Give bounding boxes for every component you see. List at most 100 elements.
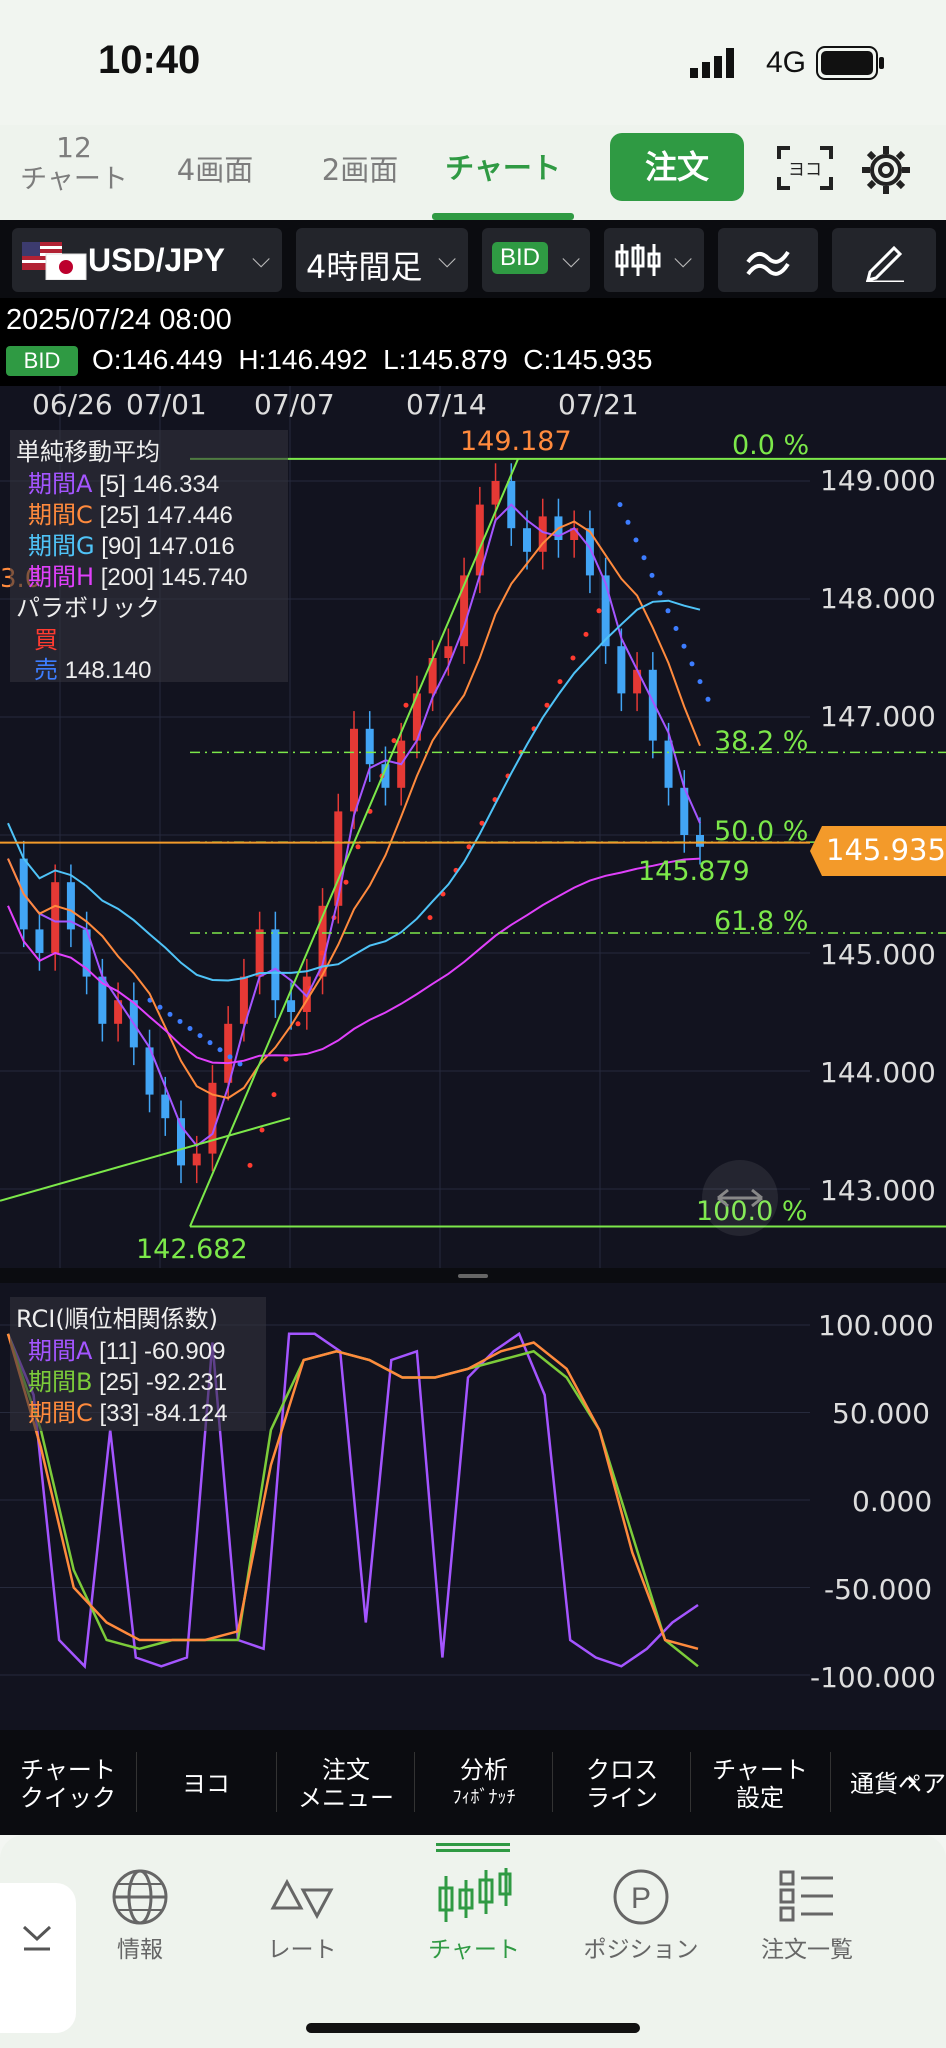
- order-menu-button[interactable]: 注文 メニュー: [286, 1756, 406, 1812]
- nav-chart-label: チャート: [428, 1937, 520, 1963]
- divider: [552, 1752, 553, 1812]
- rci-param: [33]: [99, 1400, 140, 1427]
- tab-2-screens[interactable]: 2画面: [305, 147, 415, 189]
- sar-legend-title: パラボリック: [16, 594, 160, 622]
- drag-handle[interactable]: [436, 1843, 510, 1846]
- ma-value: 146.334: [132, 471, 220, 498]
- date-tick-4: 07/14: [406, 388, 487, 421]
- fullscreen-icon[interactable]: ヨコ: [776, 145, 834, 191]
- nav-info[interactable]: 情報: [90, 1869, 190, 1964]
- sar-dot: [641, 555, 647, 561]
- candle-body: [271, 929, 280, 1001]
- high-price-label: 149.187: [460, 426, 572, 457]
- price-tick: 149.000: [820, 464, 936, 497]
- sar-dot: [167, 1011, 173, 1017]
- chevron-right-icon[interactable]: ›: [906, 1764, 918, 1799]
- battery-icon: [816, 46, 884, 80]
- sar-dot: [689, 661, 695, 667]
- date-tick-5: 07/21: [558, 388, 639, 421]
- indicator-button[interactable]: [718, 228, 818, 292]
- collapse-button[interactable]: [0, 1883, 76, 2033]
- nav-info-label: 情報: [117, 1937, 163, 1963]
- rci-tick: 0.000: [852, 1485, 933, 1518]
- sar-dot: [217, 1047, 223, 1053]
- list-icon: [779, 1870, 833, 1922]
- sar-dot: [355, 844, 361, 850]
- indicator-lines-icon: [746, 250, 790, 276]
- us-jp-flag-icon: [22, 242, 87, 280]
- divider: [414, 1752, 415, 1812]
- sar-dot: [177, 1018, 183, 1024]
- nav-position[interactable]: P ポジション: [576, 1869, 706, 1964]
- divider: [690, 1752, 691, 1812]
- sar-sell-value: 148.140: [64, 657, 152, 684]
- bottom-toolbar: チャート クイック ヨコ 注文 メニュー 分析 ﾌｨﾎﾞﾅｯﾁ クロス ライン …: [0, 1730, 946, 1835]
- timeframe-selector[interactable]: 4時間足 ⌵: [296, 228, 468, 292]
- pane-resize-handle[interactable]: [458, 1274, 488, 1278]
- sar-dot: [570, 655, 576, 661]
- sar-dot: [596, 608, 602, 614]
- cross-line-button[interactable]: クロス ライン: [562, 1756, 682, 1812]
- order-button[interactable]: 注文: [610, 133, 744, 201]
- rci-legend: RCI(順位相関係数) 期間A [11] -60.909 期間B [25] -9…: [10, 1297, 266, 1431]
- ma-param: [200]: [100, 564, 155, 591]
- price-tick: 143.000: [820, 1174, 936, 1207]
- nav-order-list-label: 注文一覧: [761, 1937, 853, 1963]
- price-tick: 145.000: [820, 938, 936, 971]
- price-type-selector[interactable]: BID ⌵: [482, 228, 590, 292]
- ma-value: 147.016: [147, 533, 235, 560]
- tab-12-chart[interactable]: 12 チャート: [14, 133, 134, 197]
- rate-triangles-icon: [270, 1878, 334, 1920]
- rci-name: 期間C: [28, 1399, 93, 1427]
- candle-body: [255, 929, 264, 977]
- nav-position-label: ポジション: [583, 1937, 699, 1963]
- candle-body: [491, 481, 500, 505]
- sar-dot: [247, 1162, 253, 1168]
- price-chart[interactable]: 06/26 07/01 07/07 07/14 07/21 149.000 14…: [0, 386, 946, 1268]
- sar-dot: [283, 1056, 289, 1062]
- sar-dot: [544, 702, 550, 708]
- candle-datetime: 2025/07/24 08:00: [6, 304, 232, 336]
- bid-badge: BID: [6, 346, 78, 376]
- pane-divider[interactable]: [0, 1268, 946, 1283]
- analysis-fibonacci-button[interactable]: 分析 ﾌｨﾎﾞﾅｯﾁ: [424, 1756, 544, 1812]
- nav-order-list[interactable]: 注文一覧: [752, 1870, 862, 1964]
- globe-icon: [112, 1869, 168, 1925]
- candle-body: [444, 646, 453, 658]
- ma-value: 145.740: [160, 564, 248, 591]
- symbol-selector[interactable]: USD/JPY ⌵: [12, 228, 282, 292]
- currency-pair-button[interactable]: 通貨ペア: [850, 1770, 946, 1798]
- fib-level-61: 61.8 %: [714, 906, 809, 937]
- sar-dot: [197, 1033, 203, 1039]
- chart-quick-button[interactable]: チャート クイック: [8, 1756, 128, 1812]
- nav-rate[interactable]: レート: [252, 1878, 352, 1964]
- sar-dot: [625, 519, 631, 525]
- landscape-button[interactable]: ヨコ: [146, 1770, 266, 1798]
- svg-text:P: P: [631, 1882, 651, 1915]
- sar-dot: [157, 1004, 163, 1010]
- candle-body: [350, 728, 358, 812]
- price-tick: 148.000: [820, 582, 936, 615]
- ma-legend: 単純移動平均 期間A [5] 146.334 期間C [25] 147.446 …: [10, 430, 288, 684]
- rci-legend-row: 期間B [25] -92.231: [28, 1362, 227, 1397]
- sar-dot: [681, 643, 687, 649]
- position-p-icon: P: [613, 1869, 669, 1925]
- signal-icon: [690, 48, 734, 78]
- chart-type-selector[interactable]: ⌵: [604, 228, 704, 292]
- chart-settings-button[interactable]: チャート 設定: [700, 1756, 820, 1812]
- gear-icon[interactable]: [860, 144, 912, 196]
- scroll-handle-icon[interactable]: [700, 1158, 780, 1238]
- nav-chart[interactable]: チャート: [414, 1868, 534, 1964]
- drawing-tool-button[interactable]: [832, 228, 936, 292]
- tab-4-screens[interactable]: 4画面: [160, 147, 270, 189]
- svg-text:ヨコ: ヨコ: [788, 160, 822, 180]
- tab-chart[interactable]: チャート: [432, 145, 574, 187]
- landscape-label: ヨコ: [182, 1770, 230, 1798]
- network-type: 4G: [766, 46, 807, 79]
- sar-dot: [207, 1040, 213, 1046]
- sar-dot: [319, 950, 325, 956]
- chart-toolbar: USD/JPY ⌵ 4時間足 ⌵ BID ⌵ ⌵: [0, 220, 946, 298]
- rci-chart[interactable]: 100.000 50.000 0.000 -50.000 -100.000 RC…: [0, 1283, 946, 1730]
- rci-legend-row: 期間A [11] -60.909: [28, 1331, 225, 1366]
- rci-tick: 100.000: [818, 1309, 934, 1342]
